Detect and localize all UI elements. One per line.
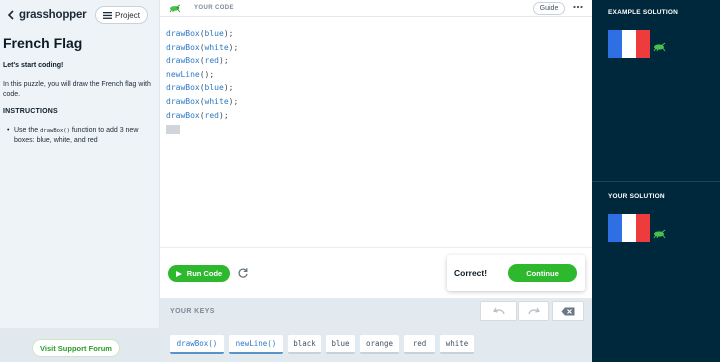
flag-red-box — [636, 214, 650, 242]
paren: ); — [228, 96, 239, 106]
run-code-button[interactable]: Run Code — [168, 265, 230, 282]
code-function: drawBox — [166, 96, 200, 106]
paren: ); — [204, 69, 215, 79]
code-function: drawBox — [166, 83, 200, 93]
code-argument: red — [204, 110, 219, 120]
code-line[interactable]: drawBox(white); — [166, 41, 238, 55]
instruction-code: drawBox() — [40, 128, 70, 134]
example-flag — [608, 30, 650, 58]
paren: ); — [223, 83, 234, 93]
undo-icon — [492, 307, 505, 315]
result-text: Correct! — [454, 268, 488, 278]
redo-button[interactable] — [518, 301, 549, 321]
flag-white-box — [622, 214, 636, 242]
grasshopper-icon — [169, 4, 181, 12]
code-line[interactable]: drawBox(red); — [166, 54, 238, 68]
list-icon — [103, 11, 113, 19]
delete-button[interactable] — [552, 301, 584, 321]
undo-button[interactable] — [480, 301, 517, 321]
result-card: Correct! Continue — [447, 255, 585, 291]
key-newline[interactable]: newLine() — [229, 335, 283, 354]
project-button-label: Project — [115, 10, 140, 20]
continue-button[interactable]: Continue — [508, 264, 577, 282]
code-cursor[interactable] — [166, 125, 180, 135]
bullet: • — [7, 127, 10, 134]
run-bar: Run Code Correct! Continue — [160, 247, 592, 298]
your-flag — [608, 214, 650, 242]
backspace-icon — [561, 307, 575, 315]
key-drawbox[interactable]: drawBox() — [170, 335, 224, 354]
run-code-label: Run Code — [186, 269, 223, 278]
chevron-left-icon[interactable] — [6, 10, 16, 20]
instructions-heading: INSTRUCTIONS — [3, 108, 58, 115]
project-button[interactable]: Project — [95, 6, 148, 24]
instruction-item: • Use the drawBox() function to add 3 new… — [7, 126, 154, 146]
your-solution-label: YOUR SOLUTION — [608, 193, 665, 200]
code-line[interactable]: drawBox(blue); — [166, 81, 238, 95]
grasshopper-icon — [653, 229, 666, 239]
code-function: drawBox — [166, 42, 200, 52]
code-line[interactable]: newLine(); — [166, 68, 238, 82]
keys-panel: YOUR KEYS drawBox() newLine() black blue ora… — [160, 298, 592, 362]
key-blue[interactable]: blue — [326, 335, 355, 354]
support-forum-button[interactable]: Visit Support Forum — [32, 339, 120, 357]
example-solution-label: EXAMPLE SOLUTION — [608, 9, 679, 16]
code-function: drawBox — [166, 29, 200, 38]
grasshopper-icon — [653, 42, 666, 52]
flag-blue-box — [608, 214, 622, 242]
code-line[interactable]: drawBox(blue); — [166, 27, 238, 41]
play-icon — [175, 270, 182, 277]
flag-white-box — [622, 30, 636, 58]
code-line[interactable]: drawBox(white); — [166, 95, 238, 109]
lesson-panel: grasshopper Project French Flag Let's st… — [0, 0, 160, 362]
code-function: newLine — [166, 69, 200, 79]
code-argument: white — [204, 42, 229, 52]
key-white[interactable]: white — [440, 335, 474, 354]
paren: ); — [228, 42, 239, 52]
code-function: drawBox — [166, 56, 200, 66]
paren: ); — [219, 110, 229, 120]
your-code-label: YOUR CODE — [194, 5, 234, 11]
grasshopper-logo: grasshopper — [19, 9, 87, 21]
key-black[interactable]: black — [288, 335, 321, 354]
flag-blue-box — [608, 30, 622, 58]
code-argument: red — [204, 56, 219, 66]
keys-row: drawBox() newLine() black blue orange red whit… — [170, 335, 479, 354]
paren: ); — [223, 29, 234, 38]
divider — [592, 181, 720, 182]
code-line[interactable]: drawBox(red); — [166, 109, 238, 123]
more-options-icon[interactable] — [573, 5, 583, 9]
code-lines[interactable]: drawBox(blue); drawBox(white); drawBox(red… — [166, 27, 238, 135]
key-red[interactable]: red — [404, 335, 435, 354]
guide-button[interactable]: Guide — [533, 2, 565, 15]
key-orange[interactable]: orange — [360, 335, 399, 354]
code-header: YOUR CODE — [160, 0, 592, 17]
code-function: drawBox — [166, 110, 200, 120]
refresh-icon[interactable] — [237, 267, 249, 279]
flag-red-box — [636, 30, 650, 58]
lesson-title: French Flag — [3, 35, 83, 51]
code-argument: blue — [204, 83, 224, 93]
lesson-intro: In this puzzle, you will draw the French… — [3, 81, 151, 98]
paren: ); — [219, 56, 229, 66]
redo-icon — [527, 307, 540, 315]
solution-panel: EXAMPLE SOLUTION YOUR SOLUTION — [592, 0, 720, 362]
your-keys-label: YOUR KEYS — [170, 308, 215, 315]
code-argument: white — [204, 96, 229, 106]
code-argument: blue — [204, 29, 224, 38]
lesson-subheading: Let's start coding! — [3, 62, 64, 69]
instruction-prefix: Use the — [14, 127, 41, 134]
